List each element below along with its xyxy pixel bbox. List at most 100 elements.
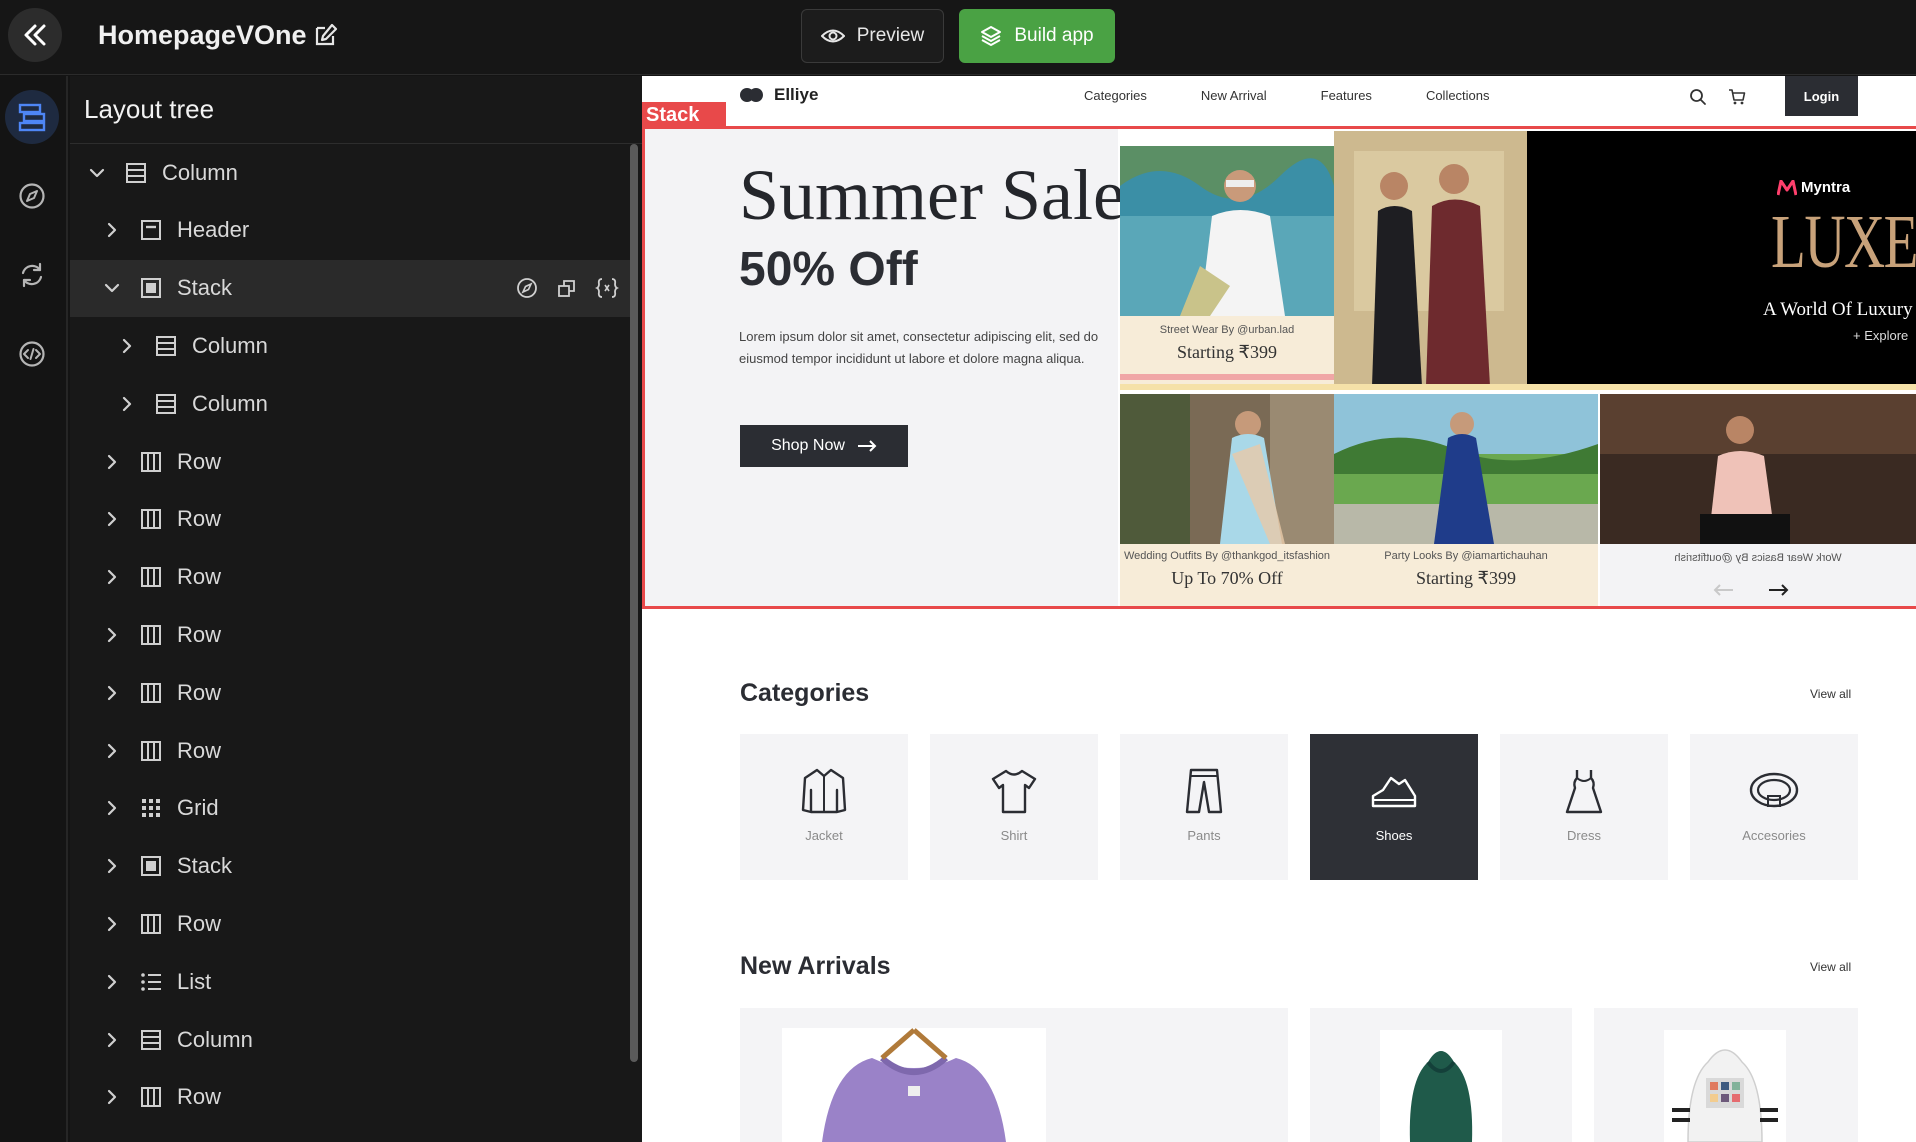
edit-icon[interactable] <box>313 22 339 48</box>
rail-code-button[interactable] <box>5 327 59 381</box>
luxe-tagline: A World Of Luxury Av <box>1763 299 1916 320</box>
chevron-right-icon[interactable] <box>103 857 121 875</box>
tree-node-row[interactable]: Row <box>70 491 630 548</box>
tree-node-label: Row <box>177 564 222 590</box>
category-card-pants[interactable]: Pants <box>1120 734 1288 880</box>
tree-node-label: Row <box>177 1084 222 1110</box>
shirt-icon <box>991 769 1037 814</box>
duplicate-icon[interactable] <box>554 275 580 301</box>
tree-node-row[interactable]: Row <box>70 606 630 663</box>
promo-tile-couple[interactable] <box>1334 131 1527 386</box>
promo-tile-party[interactable]: Party Looks By @iamartichauhan Starting … <box>1334 394 1598 606</box>
promo-tile-street-wear[interactable]: Street Wear By @urban.lad Starting ₹399 <box>1120 146 1334 386</box>
rail-navigator-button[interactable] <box>5 169 59 223</box>
tree-node-stack[interactable]: Stack <box>70 838 630 895</box>
double-chevron-left-icon <box>24 24 46 46</box>
preview-button[interactable]: Preview <box>801 9 944 63</box>
cart-icon[interactable] <box>1728 88 1746 106</box>
luxe-explore-link[interactable]: + Explore <box>1853 328 1908 343</box>
chevron-right-icon[interactable] <box>103 626 121 644</box>
tree-node-column[interactable]: Column <box>70 375 630 432</box>
promo-tile-wedding[interactable]: Wedding Outfits By @thankgod_itsfashion … <box>1120 394 1334 606</box>
arrival-card-hoodie-green[interactable] <box>1310 1008 1572 1142</box>
row-icon <box>139 565 163 589</box>
site-nav-new-arrival[interactable]: New Arrival <box>1201 88 1267 103</box>
row-icon <box>139 1085 163 1109</box>
site-brand[interactable]: Elliye <box>740 85 818 105</box>
login-button[interactable]: Login <box>1785 76 1858 116</box>
tree-node-row[interactable]: Row <box>70 722 630 779</box>
variables-icon[interactable] <box>594 275 620 301</box>
category-card-shirt[interactable]: Shirt <box>930 734 1098 880</box>
column-icon <box>154 334 178 358</box>
header-icon <box>139 218 163 242</box>
chevron-right-icon[interactable] <box>103 1088 121 1106</box>
chevron-right-icon[interactable] <box>103 915 121 933</box>
tree-node-row[interactable]: Row <box>70 664 630 721</box>
category-label: Shoes <box>1375 828 1413 843</box>
tree-node-row[interactable]: Row <box>70 1069 630 1126</box>
category-label: Jacket <box>805 828 843 843</box>
build-app-button[interactable]: Build app <box>959 9 1115 63</box>
row-icon <box>139 450 163 474</box>
chevron-right-icon[interactable] <box>103 453 121 471</box>
chevron-right-icon[interactable] <box>103 510 121 528</box>
chevron-right-icon[interactable] <box>103 221 121 239</box>
tree-node-row[interactable]: Row <box>70 895 630 952</box>
tree-node-row[interactable]: Row <box>70 433 630 490</box>
rail-sync-button[interactable] <box>5 248 59 302</box>
site-nav-features[interactable]: Features <box>1321 88 1372 103</box>
category-card-accessories[interactable]: Accesories <box>1690 734 1858 880</box>
tree-node-grid[interactable]: Grid <box>70 780 630 837</box>
tree-node-label: Row <box>177 679 222 705</box>
tree-node-column[interactable]: Column <box>70 317 630 374</box>
chevron-right-icon[interactable] <box>103 799 121 817</box>
category-card-jacket[interactable]: Jacket <box>740 734 908 880</box>
tree-node-row[interactable]: Row <box>70 549 630 606</box>
pants-icon <box>1185 768 1223 814</box>
arrival-card-hoodie-white[interactable] <box>1594 1008 1858 1142</box>
shop-now-button[interactable]: Shop Now <box>740 425 908 467</box>
tree-node-column[interactable]: Column <box>70 1011 630 1068</box>
myntra-luxe-banner[interactable]: Myntra LUXE A World Of Luxury Av + Explo… <box>1527 131 1916 386</box>
chevron-right-icon[interactable] <box>103 1031 121 1049</box>
top-bar: HomepageVOne Preview Build app <box>0 0 1916 75</box>
back-button[interactable] <box>8 8 62 62</box>
code-icon <box>19 341 45 367</box>
chevron-right-icon[interactable] <box>103 973 121 991</box>
categories-view-all-link[interactable]: View all <box>1810 687 1851 701</box>
site-nav-collections[interactable]: Collections <box>1426 88 1490 103</box>
layout-tree-panel: Layout tree Column Header Stack Column Colum… <box>70 76 642 1142</box>
party-caption: Party Looks By @iamartichauhan <box>1384 550 1548 562</box>
row-icon <box>139 507 163 531</box>
tree-node-label: Column <box>162 159 238 185</box>
tree-scrollbar[interactable] <box>630 144 638 1062</box>
tree-node-list[interactable]: List <box>70 953 630 1010</box>
promo-tile-work-wear[interactable]: Work Wear Basics By @outfitsrish <box>1600 394 1916 606</box>
navigate-icon[interactable] <box>514 275 540 301</box>
tree-node-header[interactable]: Header <box>70 202 630 259</box>
chevron-down-icon[interactable] <box>103 279 121 297</box>
chevron-down-icon[interactable] <box>88 164 106 182</box>
tree-node-column[interactable]: Column <box>70 144 630 201</box>
tree-node-stack[interactable]: Stack <box>70 259 630 317</box>
work-wear-caption: Work Wear Basics By @outfitsrish <box>1674 552 1842 564</box>
category-card-shoes[interactable]: Shoes <box>1310 734 1478 880</box>
chevron-right-icon[interactable] <box>103 742 121 760</box>
chevron-right-icon[interactable] <box>118 337 136 355</box>
search-icon[interactable] <box>1689 88 1707 106</box>
category-card-dress[interactable]: Dress <box>1500 734 1668 880</box>
new-arrivals-view-all-link[interactable]: View all <box>1810 960 1851 974</box>
category-label: Dress <box>1567 828 1601 843</box>
carousel-next-icon[interactable] <box>1768 584 1790 596</box>
carousel-prev-icon[interactable] <box>1712 584 1734 596</box>
arrival-card-sweatshirt[interactable] <box>740 1008 1288 1142</box>
chevron-right-icon[interactable] <box>103 684 121 702</box>
site-nav-categories[interactable]: Categories <box>1084 88 1147 103</box>
column-icon <box>154 392 178 416</box>
chevron-right-icon[interactable] <box>103 568 121 586</box>
tree-node-label: Grid <box>177 795 219 821</box>
couple-photo <box>1334 131 1527 386</box>
rail-layout-tree-button[interactable] <box>5 90 59 144</box>
chevron-right-icon[interactable] <box>118 395 136 413</box>
